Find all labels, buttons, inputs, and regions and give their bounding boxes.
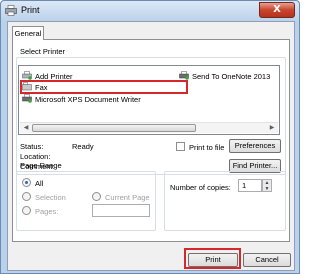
copies-spinner[interactable]: ▲ ▼ [262,179,272,192]
printer-label: Microsoft XPS Document Writer [35,95,141,104]
printer-list-scrollbar[interactable]: ◀ ▶ [20,122,278,133]
close-button[interactable]: X [259,2,295,18]
dialog-body: General Select Printer Add Printer Send … [7,21,295,271]
preferences-button[interactable]: Preferences [229,139,281,153]
tab-general[interactable]: General [12,26,44,40]
all-label: All [35,179,44,188]
printer-icon [5,5,17,16]
print-dialog: Print X General Select Printer Add Print… [0,0,300,274]
scroll-right-icon[interactable]: ▶ [267,124,277,133]
selected-printer-highlight [20,80,188,94]
pages-radio[interactable] [22,206,31,215]
scroll-left-icon[interactable]: ◀ [21,124,31,133]
printer-icon [179,71,189,80]
print-to-file-checkbox[interactable] [176,142,185,151]
pages-label: Pages: [35,207,59,216]
copies-input[interactable]: 1 [238,179,262,192]
print-to-file-label: Print to file [189,143,225,152]
status-label: Status: [20,142,44,151]
window-title: Print [21,5,40,15]
select-printer-title: Select Printer [20,47,66,56]
copies-label: Number of copies: [170,183,231,192]
scrollbar-thumb[interactable] [32,124,196,132]
cancel-button[interactable]: Cancel [243,253,291,267]
printer-icon [22,94,32,103]
all-radio[interactable] [22,178,31,187]
printer-item-onenote[interactable]: Send To OneNote 2013 [179,71,270,81]
title-bar[interactable]: Print X [1,1,299,21]
status-value: Ready [72,142,94,151]
printer-list[interactable]: Add Printer Send To OneNote 2013 Fax Mic… [18,65,280,135]
current-page-radio[interactable] [92,192,101,201]
add-printer-icon [22,71,32,80]
print-button-highlight [184,248,241,269]
page-range-title: Page Range [20,161,62,170]
selection-label: Selection [35,193,66,202]
current-page-label: Current Page [105,193,150,202]
selection-radio[interactable] [22,192,31,201]
location-label: Location: [20,152,51,161]
pages-input[interactable] [92,204,150,217]
printer-label: Send To OneNote 2013 [192,72,271,81]
printer-item-xps-writer[interactable]: Microsoft XPS Document Writer [22,94,141,104]
